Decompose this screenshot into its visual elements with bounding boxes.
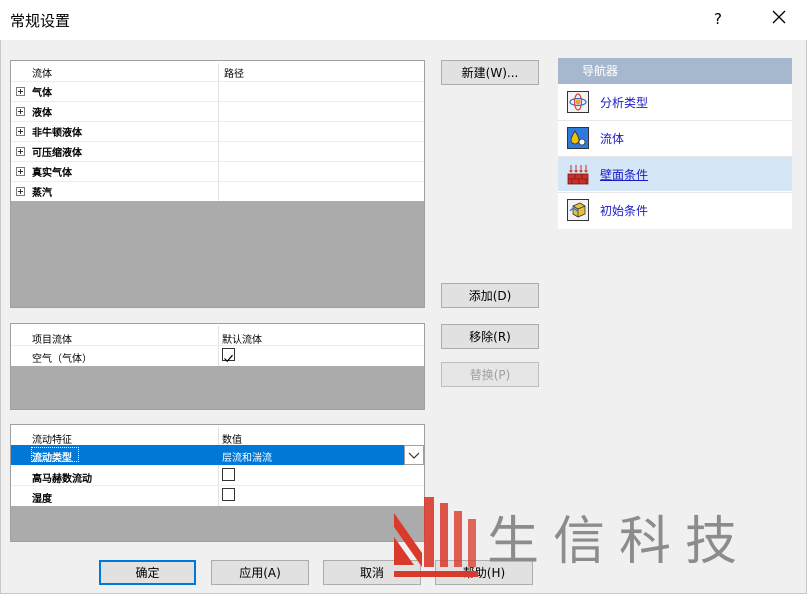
initial-conditions-icon [567,199,589,221]
expand-plus-icon[interactable] [16,106,25,116]
tree-row-label: 真实气体 [32,167,72,179]
tree-row-label: 可压缩液体 [32,147,82,159]
nav-item-analysis-type[interactable]: 分析类型 [558,85,792,119]
cancel-button[interactable]: 取消 [323,560,421,585]
fluids-grid[interactable]: 流体 路径 气体 液体 非牛顿液体 可压缩液体 真实气体 蒸汽 [10,60,425,308]
project-fluids-grid[interactable]: 项目流体 默认流体 空气（气体） [10,323,425,410]
expand-plus-icon[interactable] [16,86,25,96]
remove-button[interactable]: 移除(R) [441,324,539,349]
add-button[interactable]: 添加(D) [441,283,539,308]
fluids-grid-empty-area [11,201,424,307]
navigator-panel: 导航器 分析类型 流体 壁面条件 初始条件 [558,58,792,229]
high-mach-checkbox[interactable] [222,468,235,481]
replace-button[interactable]: 替换(P) [441,362,539,387]
checkmark-icon [224,354,233,363]
nav-item-fluid[interactable]: 流体 [558,121,792,155]
tree-row-label: 液体 [32,107,52,119]
apply-button[interactable]: 应用(A) [211,560,309,585]
tree-row-gas[interactable]: 气体 [16,81,52,101]
help-icon[interactable]: ? [714,10,722,28]
nav-item-wall-conditions[interactable]: 壁面条件 [558,157,792,191]
focus-rectangle [31,447,79,462]
humidity-label: 湿度 [32,494,52,505]
dialog-title: 常规设置 [10,12,71,30]
new-button[interactable]: 新建(W)... [441,60,539,85]
project-fluids-column-header[interactable]: 项目流体 [32,331,72,346]
project-fluid-name[interactable]: 空气（气体） [32,350,92,365]
tree-row-label: 非牛顿液体 [32,127,82,139]
analysis-type-icon [567,91,589,113]
tree-row-label: 蒸汽 [32,187,52,199]
fluids-column-header[interactable]: 流体 [32,65,52,80]
wall-conditions-icon [567,165,589,185]
flow-characteristic-column-header[interactable]: 流动特征 [32,431,72,446]
close-icon[interactable] [770,8,788,26]
path-column-header[interactable]: 路径 [224,65,244,80]
humidity-checkbox[interactable] [222,488,235,501]
high-mach-label: 高马赫数流动 [32,474,92,485]
nav-item-initial-conditions[interactable]: 初始条件 [558,193,792,227]
tree-row-compressible[interactable]: 可压缩液体 [16,141,82,161]
nav-item-label: 分析类型 [600,95,649,110]
help-button[interactable]: 帮助(H) [435,560,533,585]
tree-row-non-newtonian[interactable]: 非牛顿液体 [16,121,82,141]
value-column-header[interactable]: 数值 [222,431,242,446]
default-fluid-column-header[interactable]: 默认流体 [222,331,262,346]
chevron-down-icon [408,452,420,459]
navigator-title: 导航器 [558,58,792,84]
tree-row-real-gas[interactable]: 真实气体 [16,161,72,181]
nav-item-label: 壁面条件 [600,167,649,182]
fluid-icon [567,127,589,149]
expand-plus-icon[interactable] [16,126,25,136]
tree-row-steam[interactable]: 蒸汽 [16,181,52,201]
expand-plus-icon[interactable] [16,166,25,176]
project-fluids-empty-area [11,366,424,409]
flow-type-value[interactable]: 层流和湍流 [222,449,272,464]
tree-row-liquid[interactable]: 液体 [16,101,52,121]
expand-plus-icon[interactable] [16,146,25,156]
ok-button[interactable]: 确定 [99,560,196,585]
flow-characteristics-grid[interactable]: 流动特征 数值 流动类型 层流和湍流 高马赫数流动 湿度 [10,424,425,542]
nav-item-label: 流体 [600,131,625,146]
expand-plus-icon[interactable] [16,186,25,196]
tree-row-label: 气体 [32,87,52,99]
flow-grid-empty-area [11,506,424,541]
title-bar: 常规设置 ? [0,0,807,40]
default-fluid-checkbox[interactable] [222,348,235,363]
nav-item-label: 初始条件 [600,203,649,218]
flow-type-dropdown-button[interactable] [404,445,424,465]
